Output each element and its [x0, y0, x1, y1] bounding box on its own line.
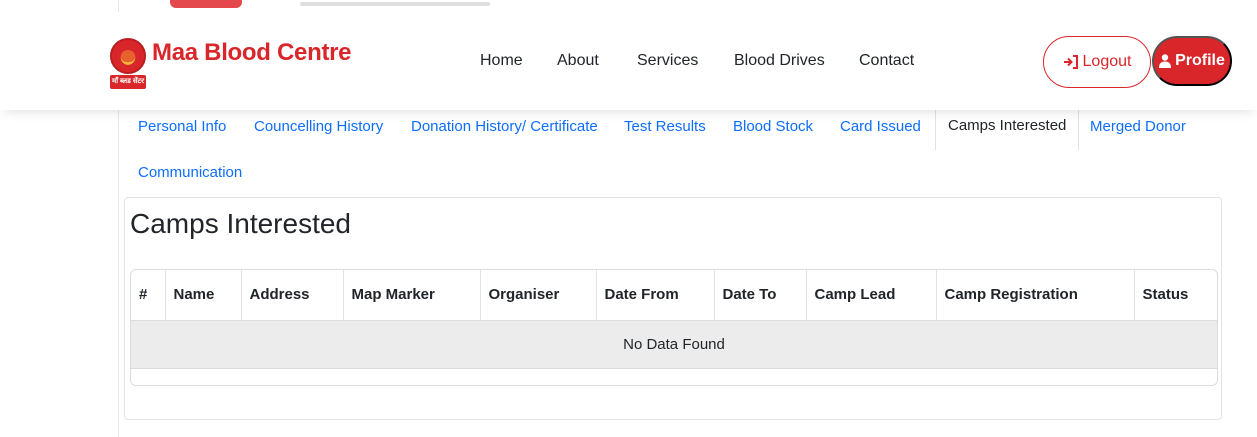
logout-label: Logout — [1082, 53, 1132, 70]
tab-card-issued[interactable]: Card Issued — [828, 108, 933, 148]
logout-icon — [1063, 55, 1078, 69]
column-header-camp-lead: Camp Lead — [806, 270, 937, 321]
table-header-row: # Name Address Map Marker Organiser Date… — [131, 270, 1217, 321]
column-header-address: Address — [241, 270, 344, 321]
nav-services[interactable]: Services — [637, 52, 698, 70]
column-header-date-to: Date To — [714, 270, 807, 321]
navbar: माँ ब्लड सेंटर Maa Blood Centre Home Abo… — [0, 12, 1257, 110]
column-header-camp-registration: Camp Registration — [936, 270, 1135, 321]
tab-merged-donor[interactable]: Merged Donor — [1078, 108, 1198, 148]
tab-test-results[interactable]: Test Results — [612, 108, 718, 148]
logout-button[interactable]: Logout — [1043, 36, 1151, 88]
tab-camps-interested[interactable]: Camps Interested — [935, 106, 1080, 150]
camps-interested-card: Camps Interested # Name Address Map Mark… — [124, 197, 1222, 420]
background-logo-fragment — [170, 0, 242, 8]
column-header-map-marker: Map Marker — [343, 270, 481, 321]
background-peek — [0, 0, 1257, 12]
column-header-number: # — [131, 270, 166, 321]
nav-blood-drives[interactable]: Blood Drives — [734, 52, 825, 70]
brand-logo-caption: माँ ब्लड सेंटर — [110, 75, 146, 89]
nav-home[interactable]: Home — [480, 52, 523, 70]
tab-donation-history[interactable]: Donation History/ Certificate — [399, 108, 610, 148]
camps-table: # Name Address Map Marker Organiser Date… — [131, 270, 1217, 369]
profile-tabs: Personal Info Councelling History Donati… — [126, 106, 1222, 198]
tab-communication[interactable]: Communication — [126, 154, 254, 194]
tab-councelling-history[interactable]: Councelling History — [242, 108, 395, 148]
column-header-name: Name — [165, 270, 242, 321]
camps-table-container: # Name Address Map Marker Organiser Date… — [130, 269, 1218, 386]
table-row: No Data Found — [131, 320, 1217, 369]
nav-about[interactable]: About — [557, 52, 599, 70]
profile-button[interactable]: Profile — [1152, 36, 1232, 86]
column-header-status: Status — [1134, 270, 1217, 321]
user-icon — [1159, 54, 1172, 68]
column-header-organiser: Organiser — [480, 270, 597, 321]
nav-contact[interactable]: Contact — [859, 52, 914, 70]
tab-personal-info[interactable]: Personal Info — [126, 108, 238, 148]
section-title: Camps Interested — [130, 208, 351, 239]
background-text-fragment — [300, 2, 490, 6]
tab-blood-stock[interactable]: Blood Stock — [721, 108, 825, 148]
profile-label: Profile — [1175, 52, 1225, 69]
column-header-date-from: Date From — [596, 270, 715, 321]
empty-message: No Data Found — [131, 320, 1217, 369]
